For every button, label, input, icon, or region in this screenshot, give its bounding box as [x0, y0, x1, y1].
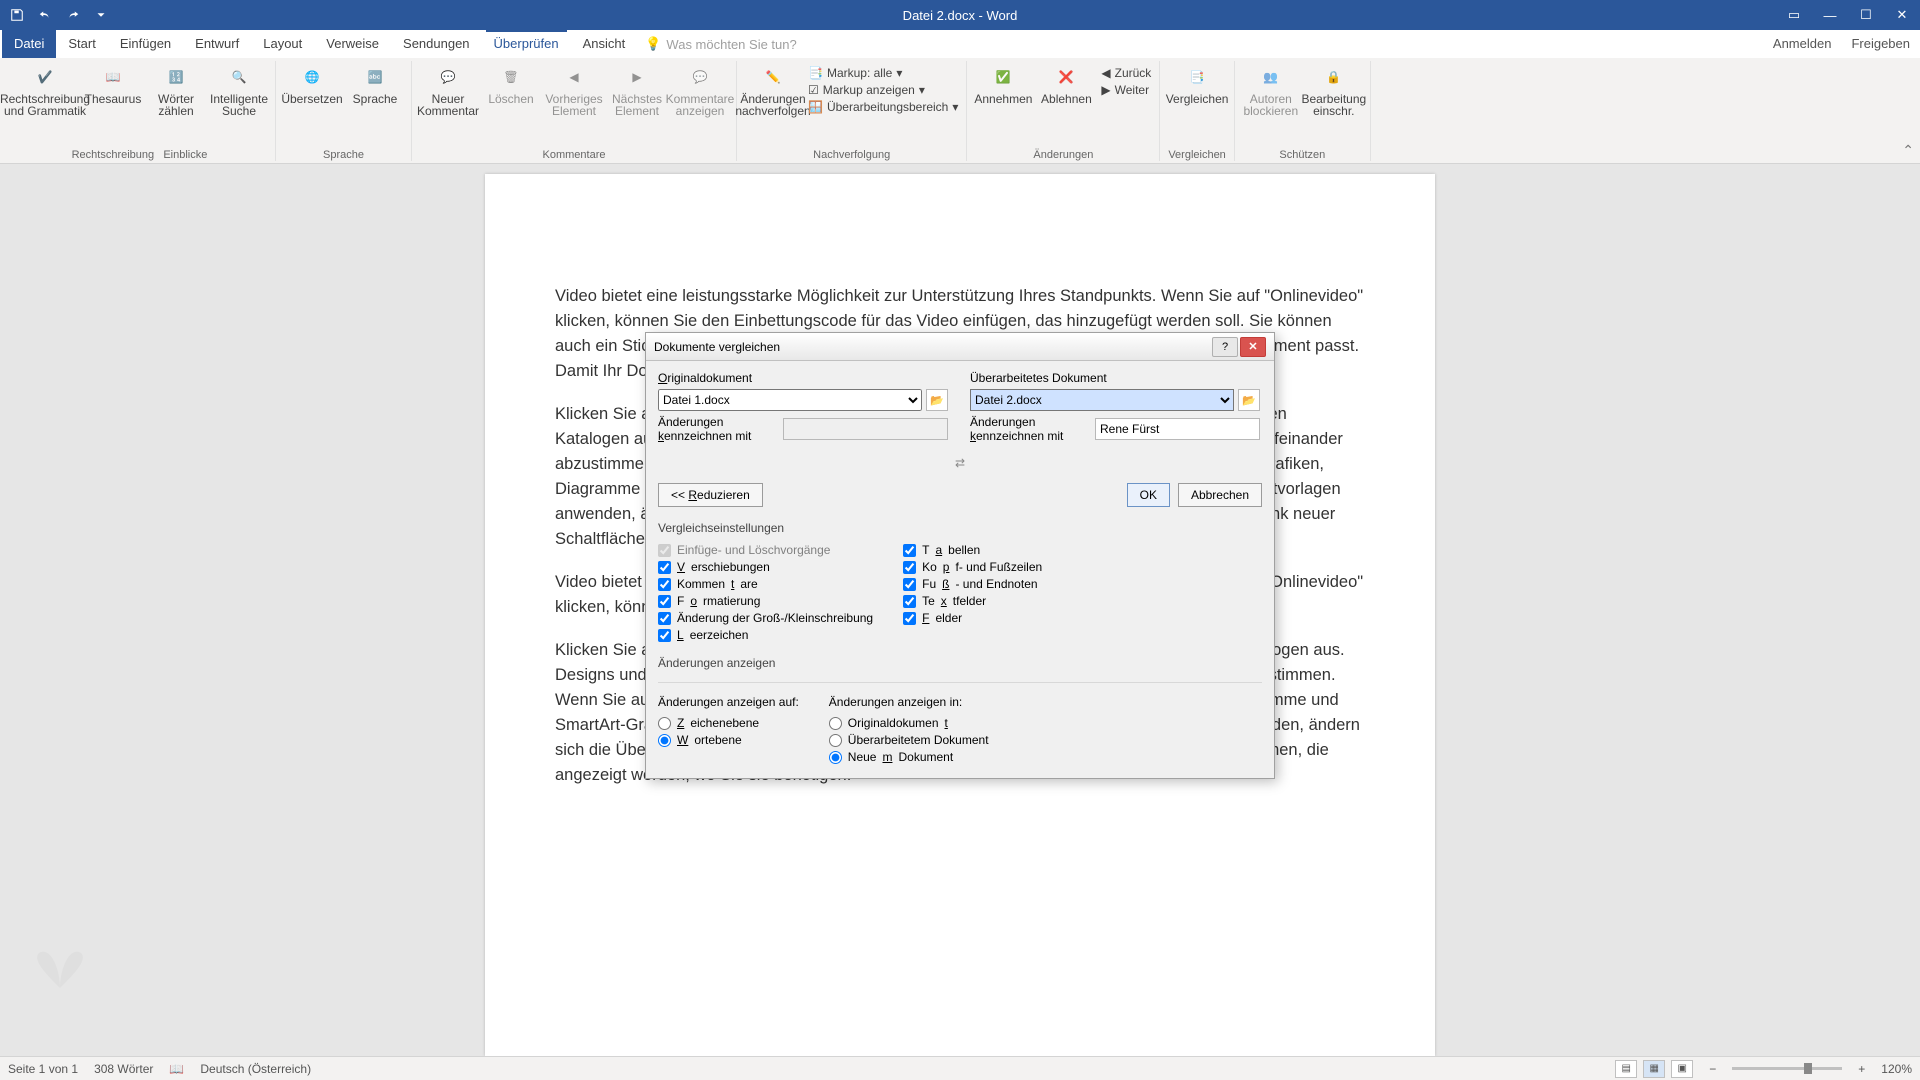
radio-word-level[interactable] [658, 734, 671, 747]
radio-char-level[interactable] [658, 717, 671, 730]
chk-comments[interactable] [658, 578, 671, 591]
chk-tables[interactable] [903, 544, 916, 557]
chk-headers[interactable] [903, 561, 916, 574]
chk-footnotes[interactable] [903, 578, 916, 591]
radio-show-original[interactable] [829, 717, 842, 730]
chk-formatting[interactable] [658, 595, 671, 608]
chk-fields[interactable] [903, 612, 916, 625]
original-document-select[interactable]: Datei 1.docx [658, 389, 922, 411]
chk-moves[interactable] [658, 561, 671, 574]
revised-mark-input[interactable] [1095, 418, 1260, 440]
reduce-button[interactable]: << Reduzieren [658, 483, 763, 507]
show-changes-title: Änderungen anzeigen [658, 656, 1262, 670]
radio-show-new[interactable] [829, 751, 842, 764]
revised-document-select[interactable]: Datei 2.docx [970, 389, 1234, 411]
original-mark-input [783, 418, 948, 440]
chk-textboxes[interactable] [903, 595, 916, 608]
compare-settings-title: Vergleichseinstellungen [658, 521, 1262, 535]
chk-insdel [658, 544, 671, 557]
chk-casing[interactable] [658, 612, 671, 625]
cancel-button[interactable]: Abbrechen [1178, 483, 1262, 507]
dialog-help-icon[interactable]: ? [1212, 337, 1238, 357]
radio-show-revised[interactable] [829, 734, 842, 747]
dialog-titlebar[interactable]: Dokumente vergleichen ? ✕ [646, 333, 1274, 361]
browse-revised-icon[interactable]: 📂 [1238, 389, 1260, 411]
chk-whitespace[interactable] [658, 629, 671, 642]
original-mark-label: Änderungen kennzeichnen mit [658, 415, 777, 443]
ok-button[interactable]: OK [1127, 483, 1170, 507]
compare-dialog: Dokumente vergleichen ? ✕ OOriginaldokum… [645, 332, 1275, 779]
swap-documents-icon[interactable]: ⇄ [945, 453, 975, 473]
revised-mark-label: Änderungen kennzeichnen mit [970, 415, 1089, 443]
browse-original-icon[interactable]: 📂 [926, 389, 948, 411]
modal-mask: Dokumente vergleichen ? ✕ OOriginaldokum… [0, 0, 1920, 1080]
dialog-close-icon[interactable]: ✕ [1240, 337, 1266, 357]
